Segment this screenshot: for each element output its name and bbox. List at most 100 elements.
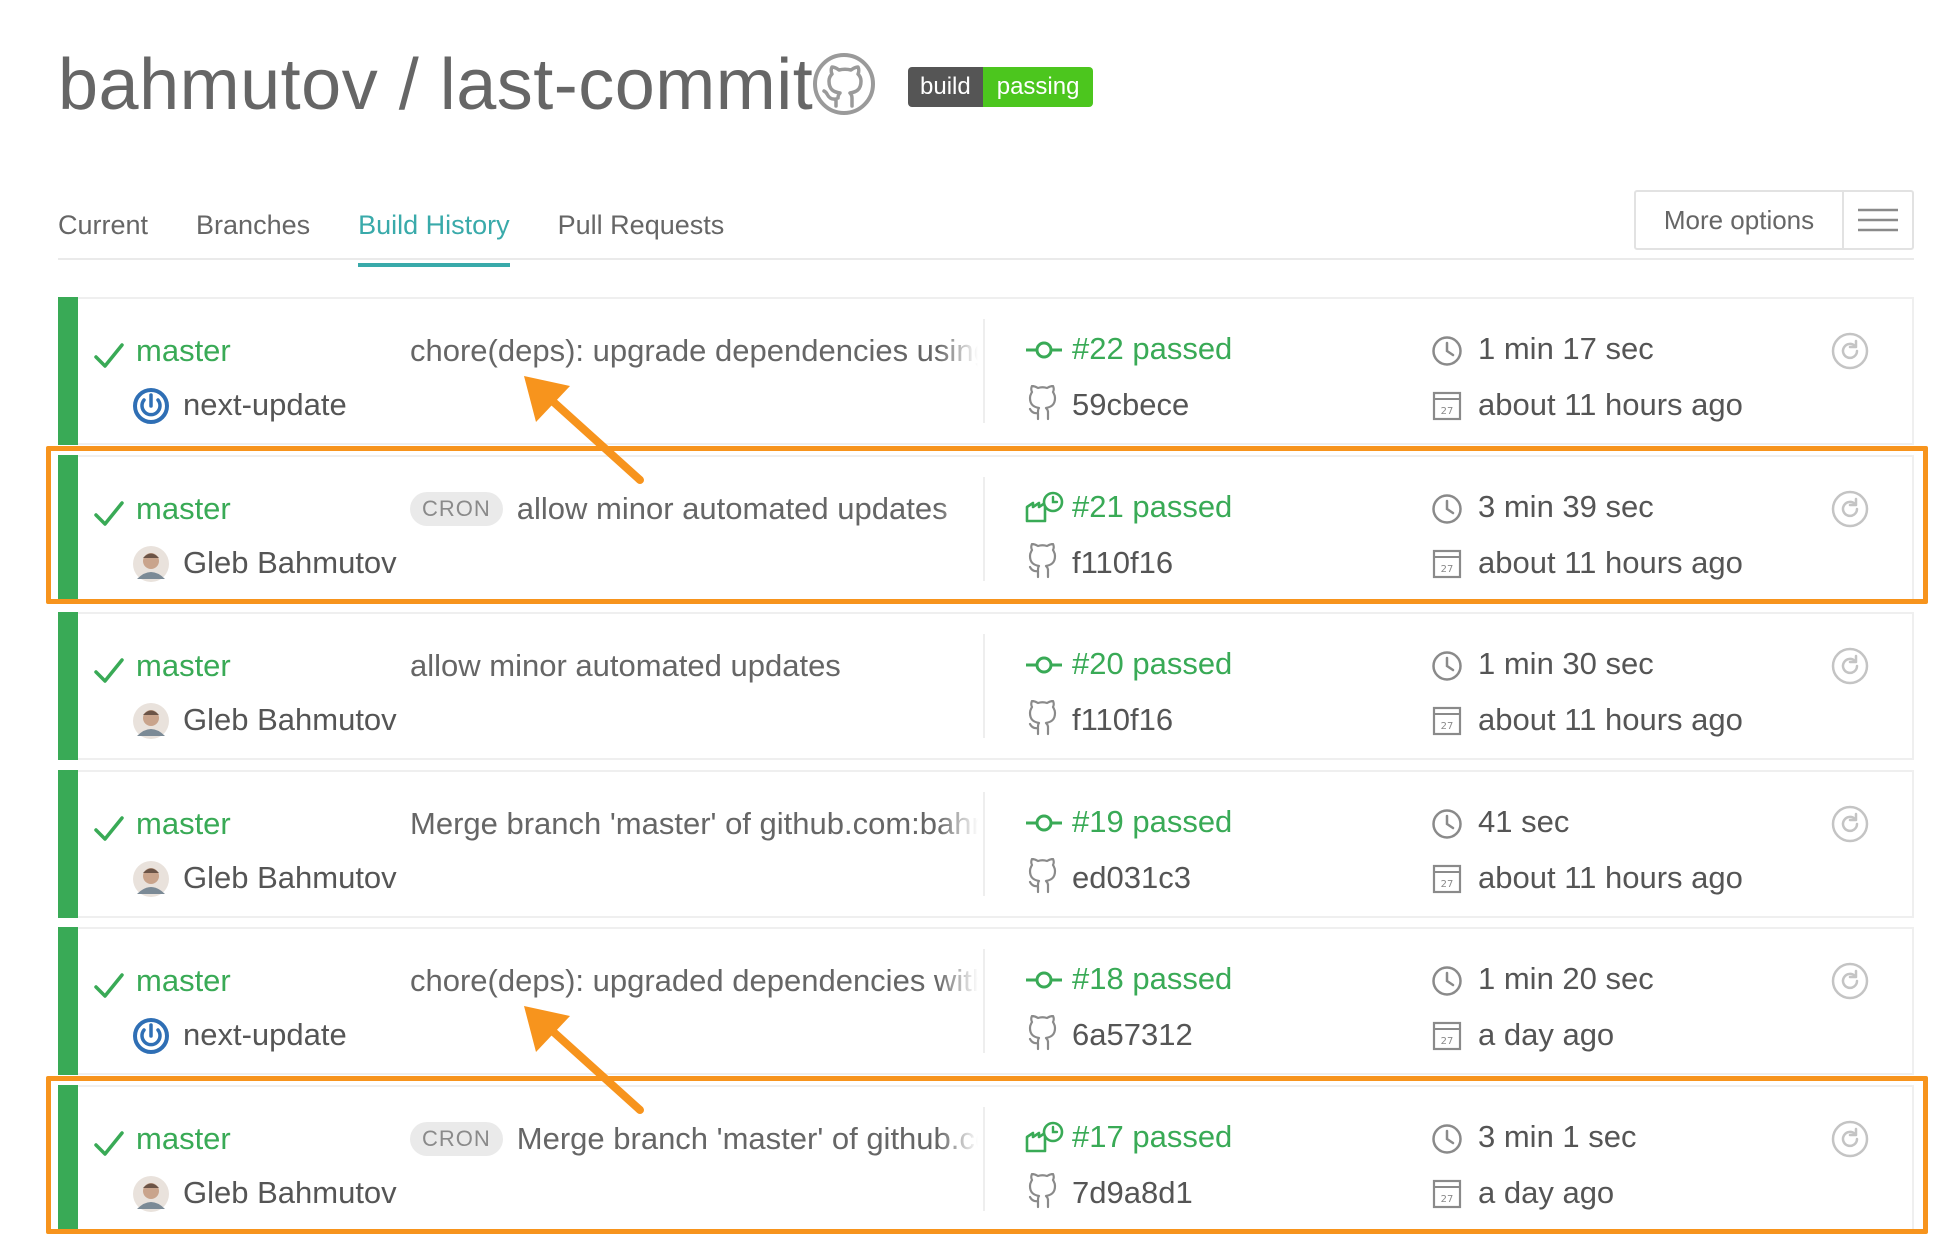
build-duration: 41 sec: [1478, 804, 1570, 839]
clock-icon: [1431, 335, 1463, 367]
clock-icon: [1431, 650, 1463, 682]
bot-icon: [132, 1017, 170, 1055]
tab-current[interactable]: Current: [58, 205, 148, 263]
calendar-icon: 27: [1432, 1019, 1462, 1051]
tab-branches[interactable]: Branches: [196, 205, 310, 263]
build-number-link[interactable]: #22 passed: [1072, 327, 1232, 371]
commit-sha-link[interactable]: 6a57312: [1072, 1013, 1193, 1057]
commit-message-container: CRON Merge branch 'master' of github.com:…: [410, 1115, 978, 1163]
build-number-link[interactable]: #19 passed: [1072, 800, 1232, 844]
badge-status: passing: [982, 67, 1094, 107]
commit-icon: [1026, 699, 1060, 738]
commit-message[interactable]: allow minor automated updates: [410, 648, 841, 684]
more-options-button[interactable]: More options: [1634, 190, 1914, 250]
commit-icon: [1026, 1014, 1060, 1053]
build-row[interactable]: master Gleb Bahmutov Merge branch 'master'…: [58, 770, 1914, 918]
clock-icon: [1431, 965, 1463, 997]
branch-name[interactable]: master: [136, 802, 231, 846]
push-commit-icon: [1024, 806, 1064, 840]
repo-name[interactable]: last-commit: [440, 45, 814, 125]
commit-message[interactable]: chore(deps): upgraded dependencies with …: [410, 963, 978, 999]
tab-build-history[interactable]: Build History: [358, 205, 510, 267]
check-icon: [92, 497, 126, 531]
commit-icon: [1026, 857, 1060, 896]
commit-message-container: Merge branch 'master' of github.com:bahm…: [410, 800, 978, 848]
build-status-badge[interactable]: build passing: [908, 67, 1094, 107]
restart-build-icon[interactable]: [1830, 331, 1870, 371]
status-bar: [58, 612, 78, 760]
restart-build-icon[interactable]: [1830, 646, 1870, 686]
push-commit-icon: [1024, 963, 1064, 997]
text-fade: [938, 957, 978, 1005]
cron-icon: [1024, 491, 1064, 525]
avatar: [132, 545, 170, 583]
build-row[interactable]: master Gleb Bahmutov CRON allow minor autom…: [58, 455, 1914, 603]
svg-text:27: 27: [1441, 879, 1454, 890]
check-icon: [92, 812, 126, 846]
author-name: Gleb Bahmutov: [183, 702, 397, 737]
branch-name[interactable]: master: [136, 1117, 231, 1161]
build-row[interactable]: master Gleb Bahmutov allow minor automated…: [58, 612, 1914, 760]
build-duration: 3 min 1 sec: [1478, 1119, 1637, 1154]
commit-sha-link[interactable]: 7d9a8d1: [1072, 1171, 1193, 1215]
calendar-icon: 27: [1432, 389, 1462, 421]
github-icon[interactable]: [812, 52, 876, 116]
tab-pull-requests[interactable]: Pull Requests: [558, 205, 725, 263]
calendar-icon: 27: [1432, 1177, 1462, 1209]
commit-message[interactable]: allow minor automated updates: [517, 491, 948, 527]
clock-icon: [1431, 1123, 1463, 1155]
push-commit-icon: [1024, 333, 1064, 367]
repo-title: bahmutov / last-commit: [58, 40, 813, 130]
build-number-link[interactable]: #17 passed: [1072, 1115, 1232, 1159]
check-icon: [92, 969, 126, 1003]
build-row[interactable]: master next-update chore(deps): upgrade de…: [58, 297, 1914, 445]
clock-icon: [1431, 808, 1463, 840]
branch-name[interactable]: master: [136, 644, 231, 688]
calendar-icon: 27: [1432, 862, 1462, 894]
text-fade: [938, 800, 978, 848]
branch-name[interactable]: master: [136, 487, 231, 531]
branch-name[interactable]: master: [136, 329, 231, 373]
build-duration: 3 min 39 sec: [1478, 489, 1654, 524]
text-fade: [938, 327, 978, 375]
finished-time: about 11 hours ago: [1478, 545, 1743, 580]
text-fade: [938, 1115, 978, 1163]
build-number-link[interactable]: #21 passed: [1072, 485, 1232, 529]
commit-message[interactable]: Merge branch 'master' of github.com:bahm…: [517, 1121, 978, 1157]
check-icon: [92, 654, 126, 688]
commit-message[interactable]: chore(deps): upgrade dependencies using …: [410, 333, 978, 369]
avatar: [132, 702, 170, 740]
commit-sha-link[interactable]: f110f16: [1072, 698, 1173, 742]
status-bar: [58, 297, 78, 445]
restart-build-icon[interactable]: [1830, 961, 1870, 1001]
avatar: [132, 1175, 170, 1213]
build-number-link[interactable]: #18 passed: [1072, 957, 1232, 1001]
build-duration: 1 min 20 sec: [1478, 961, 1654, 996]
build-row[interactable]: master Gleb Bahmutov CRON Merge branch 'mas…: [58, 1085, 1914, 1233]
column-divider: [983, 319, 985, 423]
commit-sha-link[interactable]: ed031c3: [1072, 856, 1191, 900]
author-name: Gleb Bahmutov: [183, 860, 397, 895]
calendar-icon: 27: [1432, 704, 1462, 736]
column-divider: [983, 634, 985, 738]
cron-icon: [1024, 1121, 1064, 1155]
branch-name[interactable]: master: [136, 959, 231, 1003]
badge-label: build: [908, 67, 983, 107]
status-bar: [58, 455, 78, 603]
commit-message-container: chore(deps): upgraded dependencies with …: [410, 957, 978, 1005]
svg-text:27: 27: [1441, 1194, 1454, 1205]
repo-owner[interactable]: bahmutov: [58, 45, 378, 125]
commit-sha-link[interactable]: 59cbece: [1072, 383, 1189, 427]
avatar: [132, 860, 170, 898]
restart-build-icon[interactable]: [1830, 804, 1870, 844]
repo-tabs: Current Branches Build History Pull Requ…: [58, 205, 772, 267]
build-number-link[interactable]: #20 passed: [1072, 642, 1232, 686]
column-divider: [983, 949, 985, 1053]
commit-message[interactable]: Merge branch 'master' of github.com:bahm…: [410, 806, 978, 842]
commit-sha-link[interactable]: f110f16: [1072, 541, 1173, 585]
restart-build-icon[interactable]: [1830, 489, 1870, 529]
build-row[interactable]: master next-update chore(deps): upgraded d…: [58, 927, 1914, 1075]
commit-icon: [1026, 384, 1060, 423]
restart-build-icon[interactable]: [1830, 1119, 1870, 1159]
status-bar: [58, 1085, 78, 1233]
